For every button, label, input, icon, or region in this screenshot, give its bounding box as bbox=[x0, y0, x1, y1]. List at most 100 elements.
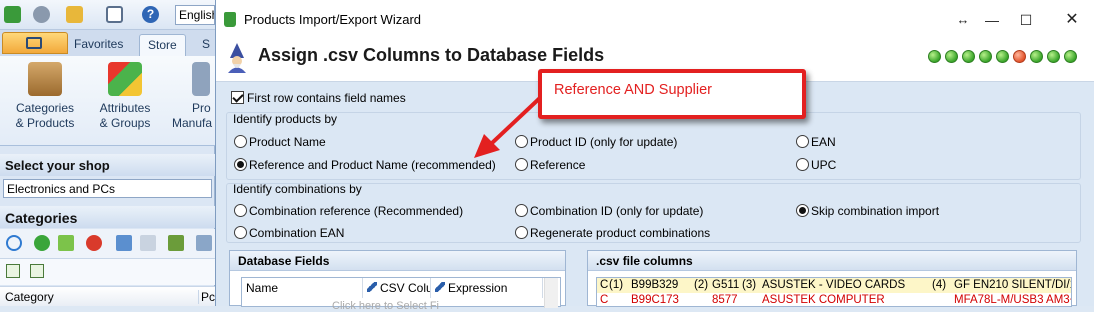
radio-regenerate-combinations[interactable] bbox=[515, 226, 528, 239]
ribbon-tabs: Favorites Store S bbox=[0, 30, 215, 56]
cell: G511 bbox=[712, 279, 740, 291]
first-row-checkbox[interactable] bbox=[231, 91, 244, 104]
panel-title: .csv file columns bbox=[588, 251, 1076, 271]
tree-toolbar bbox=[0, 259, 215, 285]
step-dot-current bbox=[1013, 50, 1026, 63]
collapse-tree-icon[interactable] bbox=[30, 264, 44, 278]
help-icon[interactable]: ? bbox=[142, 6, 159, 23]
radio-product-id[interactable] bbox=[515, 135, 528, 148]
add-icon[interactable] bbox=[34, 235, 50, 251]
table-row[interactable]: C (1) B99B329 (2) G511 (3) ASUSTEK - VID… bbox=[597, 278, 1071, 293]
tab-store[interactable]: Store bbox=[139, 34, 186, 56]
radio-label: EAN bbox=[811, 135, 836, 149]
cell: B99B329 bbox=[631, 279, 679, 291]
maximize-button[interactable]: ☐ bbox=[1016, 10, 1036, 30]
categories-toolbar bbox=[0, 229, 215, 259]
cell: (2) bbox=[694, 279, 709, 291]
close-button[interactable]: ✕ bbox=[1062, 10, 1082, 30]
button-label: Categories bbox=[15, 101, 75, 115]
csv-columns-grid[interactable]: C (1) B99B329 (2) G511 (3) ASUSTEK - VID… bbox=[596, 277, 1072, 307]
wizard-icon bbox=[228, 43, 246, 73]
edit-icon[interactable] bbox=[58, 235, 74, 251]
app-icon bbox=[224, 12, 236, 27]
radio-label: Reference bbox=[530, 158, 586, 172]
app-menu-button[interactable] bbox=[2, 32, 68, 54]
callout-text: Reference AND Supplier bbox=[554, 82, 712, 98]
app-logo-icon[interactable] bbox=[4, 6, 21, 23]
minimize-button[interactable]: — bbox=[982, 10, 1002, 30]
radio-label: UPC bbox=[811, 158, 837, 172]
radio-reference-and-name[interactable] bbox=[234, 158, 247, 171]
radio-reference[interactable] bbox=[515, 158, 528, 171]
table-row[interactable]: C B99C173 8577 ASUSTEK COMPUTER MFA78L-M… bbox=[597, 293, 1072, 306]
step-indicator bbox=[924, 50, 1077, 66]
paste-icon[interactable] bbox=[140, 235, 156, 251]
panel-title: Database Fields bbox=[230, 251, 565, 271]
cell: MFA78L-M/USB3 AM3+ bbox=[954, 294, 1072, 306]
radio-combination-ean[interactable] bbox=[234, 226, 247, 239]
column-partial[interactable]: Pc bbox=[198, 290, 215, 304]
ribbon-panel: Categories & Products Attributes & Group… bbox=[0, 56, 215, 146]
radio-label: Skip combination import bbox=[811, 204, 940, 218]
cell: (3) bbox=[742, 279, 757, 291]
first-row-label: First row contains field names bbox=[247, 91, 406, 105]
cell: (1) bbox=[609, 279, 624, 291]
category-grid-header: Category Pc bbox=[0, 286, 215, 306]
categories-products-button[interactable]: Categories & Products bbox=[12, 62, 78, 131]
column-category[interactable]: Category bbox=[5, 290, 54, 304]
gear-icon[interactable] bbox=[33, 6, 50, 23]
radio-upc[interactable] bbox=[796, 158, 809, 171]
checked-user-icon[interactable] bbox=[66, 6, 83, 23]
step-dot bbox=[1047, 50, 1060, 63]
move-icon[interactable] bbox=[168, 235, 184, 251]
expand-tree-icon[interactable] bbox=[6, 264, 20, 278]
column-csv-label: CSV Colu bbox=[380, 281, 431, 295]
step-dot bbox=[979, 50, 992, 63]
copy-icon[interactable] bbox=[116, 235, 132, 251]
radio-label: Reference and Product Name (recommended) bbox=[249, 158, 496, 172]
identify-combinations-label: Identify combinations by bbox=[233, 182, 362, 196]
grid-hint: Click here to Select Fi bbox=[332, 300, 439, 312]
step-dot bbox=[945, 50, 958, 63]
cell: 8577 bbox=[712, 294, 738, 306]
column-name[interactable]: Name bbox=[242, 278, 363, 298]
step-dot bbox=[928, 50, 941, 63]
vertical-scrollbar[interactable] bbox=[544, 278, 558, 308]
column-csv[interactable]: CSV Colu bbox=[363, 278, 431, 298]
button-label: & Groups bbox=[99, 116, 151, 130]
radio-label: Combination reference (Recommended) bbox=[249, 204, 464, 218]
radio-label: Combination ID (only for update) bbox=[530, 204, 704, 218]
radio-label: Product Name bbox=[249, 135, 326, 149]
delete-icon[interactable] bbox=[86, 235, 102, 251]
pencil-icon bbox=[367, 282, 377, 292]
radio-product-name[interactable] bbox=[234, 135, 247, 148]
grid-icon[interactable] bbox=[196, 235, 212, 251]
pencil-icon bbox=[435, 282, 445, 292]
resize-icon[interactable]: ↔ bbox=[953, 10, 973, 30]
tab-favorites[interactable]: Favorites bbox=[66, 34, 131, 56]
shop-select[interactable]: Electronics and PCs bbox=[3, 179, 212, 198]
cell: C bbox=[600, 279, 609, 291]
radio-ean[interactable] bbox=[796, 135, 809, 148]
cubes-icon bbox=[108, 62, 142, 96]
csv-columns-panel: .csv file columns C (1) B99B329 (2) G511… bbox=[587, 250, 1077, 307]
step-dot bbox=[996, 50, 1009, 63]
radio-combination-id[interactable] bbox=[515, 204, 528, 217]
radio-combination-reference[interactable] bbox=[234, 204, 247, 217]
refresh-icon[interactable] bbox=[6, 235, 22, 251]
window-icon[interactable] bbox=[106, 6, 123, 23]
database-fields-grid[interactable]: Name CSV Colu Expression Click here to S… bbox=[241, 277, 561, 312]
radio-label: Combination EAN bbox=[249, 226, 345, 240]
column-expression[interactable]: Expression bbox=[431, 278, 543, 298]
cell: C bbox=[600, 294, 609, 306]
cell: (4) bbox=[932, 279, 947, 291]
page-title: Assign .csv Columns to Database Fields bbox=[258, 45, 605, 65]
cell: GF EN210 SILENT/DI/1G bbox=[954, 279, 1072, 291]
radio-skip-combination[interactable] bbox=[796, 204, 809, 217]
language-select[interactable]: English bbox=[175, 5, 215, 25]
attributes-groups-button[interactable]: Attributes & Groups bbox=[94, 62, 156, 131]
import-export-wizard-dialog: Products Import/Export Wizard ↔ — ☐ ✕ As… bbox=[215, 0, 1094, 312]
cell: ASUSTEK - VIDEO CARDS bbox=[762, 279, 906, 291]
categories-heading: Categories bbox=[0, 206, 215, 228]
select-shop-heading: Select your shop bbox=[0, 154, 215, 176]
